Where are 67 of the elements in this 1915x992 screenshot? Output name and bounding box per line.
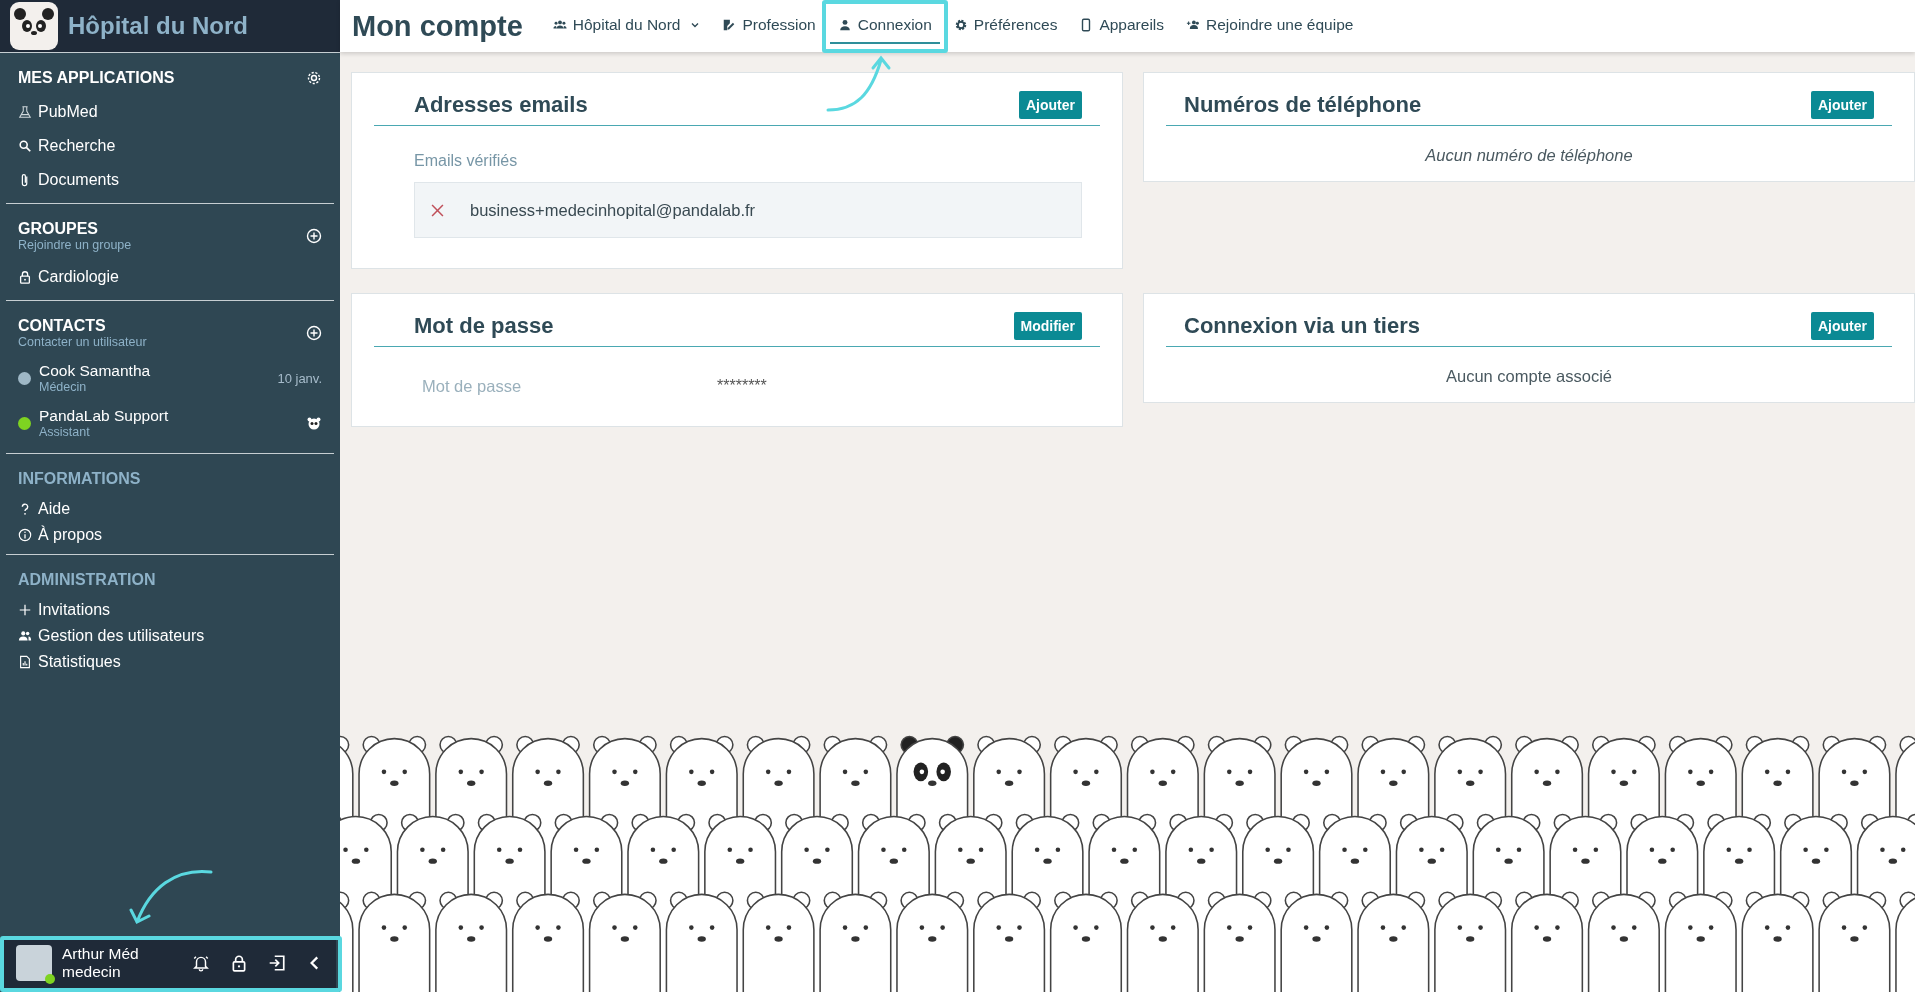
- section-title: GROUPES: [18, 220, 99, 238]
- card-title: Mot de passe: [414, 313, 554, 339]
- lock-icon: [18, 270, 32, 284]
- close-icon[interactable]: [431, 203, 444, 217]
- people-icon: [18, 629, 32, 643]
- email-section-label: Emails vérifiés: [414, 152, 519, 170]
- nav-tab[interactable]: Rejoindre une équipe: [1178, 8, 1362, 44]
- sidebar-item[interactable]: Gestion des utilisateurs: [18, 623, 205, 649]
- pen-icon: [722, 18, 737, 32]
- password-value: ********: [717, 377, 767, 396]
- add-people-icon: [1186, 18, 1201, 32]
- section-title: INFORMATIONS: [18, 470, 141, 488]
- sidebar-item[interactable]: Documents: [18, 163, 119, 197]
- nav-tab[interactable]: Appareils: [1071, 8, 1173, 44]
- nav-tab[interactable]: Connexion: [829, 8, 940, 44]
- contact-date: 10 janv.: [277, 370, 322, 386]
- logout-icon[interactable]: [268, 954, 286, 972]
- contact-name[interactable]: PandaLab Support: [39, 407, 298, 425]
- info-icon: [18, 528, 32, 542]
- nav-tab[interactable]: Hôpital du Nord: [544, 8, 709, 44]
- nav-tab[interactable]: Profession: [714, 8, 824, 44]
- user-name: Arthur Méd: [62, 945, 140, 963]
- sidebar-item[interactable]: À propos: [18, 522, 103, 548]
- field-label: Mot de passe: [422, 377, 523, 396]
- user-role: medecin: [62, 963, 122, 981]
- plus-icon: [18, 603, 32, 617]
- search-icon: [18, 139, 32, 153]
- panda-icon: [306, 415, 322, 431]
- online-status-dot: [45, 974, 55, 984]
- settings-icon[interactable]: [306, 70, 322, 86]
- bell-icon[interactable]: [192, 954, 210, 972]
- card-action-button[interactable]: Modifier: [1013, 312, 1082, 340]
- contact-name[interactable]: Cook Samantha: [39, 362, 270, 380]
- empty-message: Aucun numéro de téléphone: [1423, 145, 1634, 165]
- empty-message: Aucun compte associé: [1445, 366, 1613, 386]
- brand-name: Hôpital du Nord: [68, 12, 248, 40]
- panda-logo-icon: [10, 2, 58, 50]
- sidebar-item[interactable]: Cardiologie: [18, 260, 119, 294]
- contact-role: Médecin: [39, 380, 88, 394]
- card-action-button[interactable]: Ajouter: [1811, 91, 1874, 119]
- settings-icon: [953, 18, 968, 32]
- sidebar-item[interactable]: Aide: [18, 496, 71, 522]
- email-address: business+medecinhopital@pandalab.fr: [470, 200, 756, 220]
- section-title: CONTACTS: [18, 317, 107, 335]
- card-title: Adresses emails: [414, 92, 588, 118]
- card-title: Connexion via un tiers: [1184, 313, 1420, 339]
- nav-tab[interactable]: Préférences: [945, 8, 1066, 44]
- sidebar-item[interactable]: Recherche: [18, 129, 116, 163]
- section-title: ADMINISTRATION: [18, 571, 156, 589]
- flask-icon: [18, 105, 32, 119]
- card-title: Numéros de téléphone: [1184, 92, 1422, 118]
- people-icon: [552, 18, 567, 32]
- add-circle-icon[interactable]: [306, 228, 322, 244]
- person-icon: [837, 18, 852, 32]
- section-link[interactable]: Contacter un utilisateur: [18, 335, 147, 349]
- add-circle-icon[interactable]: [306, 325, 322, 341]
- card-action-button[interactable]: Ajouter: [1019, 91, 1082, 119]
- card-action-button[interactable]: Ajouter: [1811, 312, 1874, 340]
- contact-role: Assistant: [39, 425, 91, 439]
- sidebar-item[interactable]: Statistiques: [18, 649, 121, 675]
- sidebar-item[interactable]: PubMed: [18, 95, 98, 129]
- sidebar-item[interactable]: Invitations: [18, 597, 111, 623]
- section-link[interactable]: Rejoindre un groupe: [18, 238, 132, 252]
- page-title: Mon compte: [352, 9, 523, 43]
- report-icon: [18, 655, 32, 669]
- lock-icon[interactable]: [230, 954, 248, 972]
- section-title: MES APPLICATIONS: [18, 69, 175, 87]
